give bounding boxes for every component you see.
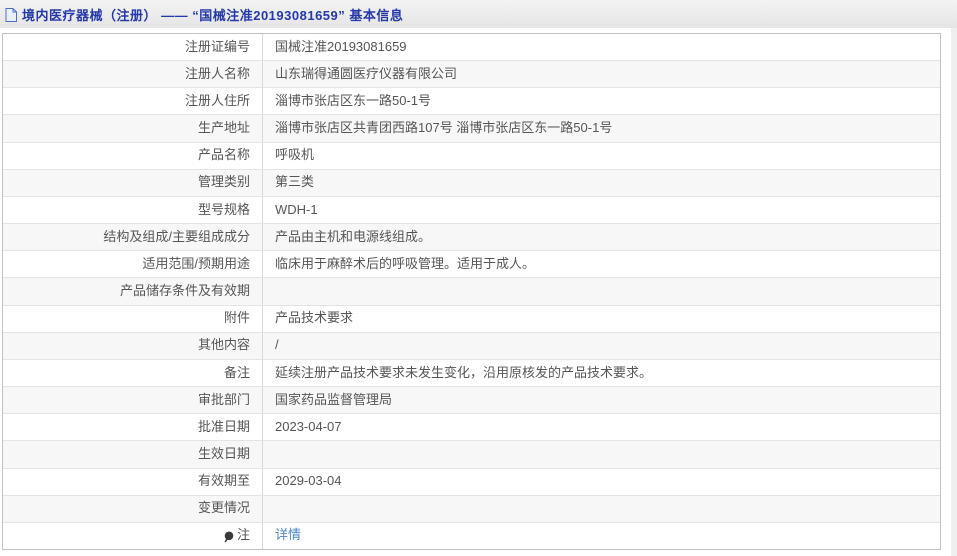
table-row: 其他内容 /	[3, 332, 940, 360]
table-row: 附件 产品技术要求	[3, 305, 940, 333]
row-label: 型号规格	[3, 196, 263, 224]
row-label: 有效期至	[3, 468, 263, 495]
table-row: 注册人住所 淄博市张店区东一路50-1号	[3, 88, 940, 116]
row-label: 注册证编号	[3, 34, 263, 61]
row-value	[263, 278, 940, 304]
row-value: 临床用于麻醉术后的呼吸管理。适用于成人。	[275, 255, 536, 271]
table-row: 管理类别 第三类	[3, 169, 940, 197]
table-row: 变更情况	[3, 495, 940, 523]
row-label: 结构及组成/主要组成成分	[3, 224, 263, 251]
document-icon	[5, 7, 17, 22]
row-label: 注	[3, 522, 263, 549]
registration-info-table: 注册证编号 国械注准20193081659 注册人名称 山东瑞得通圆医疗仪器有限…	[2, 33, 941, 550]
row-value: 延续注册产品技术要求未发生变化，沿用原核发的产品技术要求。	[275, 364, 653, 380]
row-value: 产品技术要求	[275, 310, 354, 326]
table-row: 审批部门 国家药品监督管理局	[3, 387, 940, 415]
row-value: WDH-1	[275, 201, 318, 217]
row-value: 2029-03-04	[275, 473, 342, 489]
page-title: 境内医疗器械（注册） —— “国械注准20193081659” 基本信息	[22, 7, 404, 23]
row-label: 生产地址	[3, 115, 263, 142]
row-label: 产品名称	[3, 142, 263, 169]
pin-icon	[223, 531, 234, 543]
table-row: 产品名称 呼吸机	[3, 142, 940, 170]
row-label: 管理类别	[3, 169, 263, 196]
row-value: 产品由主机和电源线组成。	[275, 228, 432, 244]
row-value: 淄博市张店区东一路50-1号	[275, 92, 432, 108]
row-label: 批准日期	[3, 414, 263, 441]
row-label: 变更情况	[3, 495, 263, 522]
row-label: 备注	[3, 359, 263, 387]
table-row: 注 详情	[3, 522, 940, 549]
row-label: 生效日期	[3, 441, 263, 468]
table-row: 型号规格 WDH-1	[3, 196, 940, 225]
table-row: 生效日期	[3, 441, 940, 469]
table-row: 结构及组成/主要组成成分 产品由主机和电源线组成。	[3, 224, 940, 252]
row-label: 注册人名称	[3, 61, 263, 88]
row-value: 详情	[263, 523, 940, 549]
row-label: 其他内容	[3, 332, 263, 359]
row-value: 淄博市张店区共青团西路107号 淄博市张店区东一路50-1号	[275, 120, 613, 136]
table-row: 有效期至 2029-03-04	[3, 468, 940, 496]
table-row: 备注 延续注册产品技术要求未发生变化，沿用原核发的产品技术要求。	[3, 359, 940, 388]
row-value: 2023-04-07	[275, 418, 342, 434]
row-label: 注册人住所	[3, 88, 263, 115]
table-row: 生产地址 淄博市张店区共青团西路107号 淄博市张店区东一路50-1号	[3, 115, 940, 143]
table-row: 注册人名称 山东瑞得通圆医疗仪器有限公司	[3, 61, 940, 89]
row-value: 国家药品监督管理局	[275, 391, 393, 407]
row-value: 呼吸机	[275, 147, 315, 163]
row-value: 第三类	[275, 174, 315, 190]
row-value	[263, 441, 940, 467]
table-row: 批准日期 2023-04-07	[3, 414, 940, 442]
row-value: /	[275, 337, 279, 353]
row-label: 产品储存条件及有效期	[3, 278, 263, 305]
row-label: 审批部门	[3, 387, 263, 414]
row-value	[263, 496, 940, 522]
row-label: 附件	[3, 305, 263, 332]
scrollbar-track[interactable]	[951, 28, 957, 556]
page-header: 境内医疗器械（注册） —— “国械注准20193081659” 基本信息	[0, 0, 957, 28]
table-row: 适用范围/预期用途 临床用于麻醉术后的呼吸管理。适用于成人。	[3, 251, 940, 279]
row-value: 国械注准20193081659	[275, 38, 407, 54]
table-row: 注册证编号 国械注准20193081659	[3, 34, 940, 62]
table-row: 产品储存条件及有效期	[3, 278, 940, 306]
details-link[interactable]: 详情	[275, 527, 301, 544]
row-label: 适用范围/预期用途	[3, 251, 263, 278]
row-value: 山东瑞得通圆医疗仪器有限公司	[275, 65, 458, 81]
